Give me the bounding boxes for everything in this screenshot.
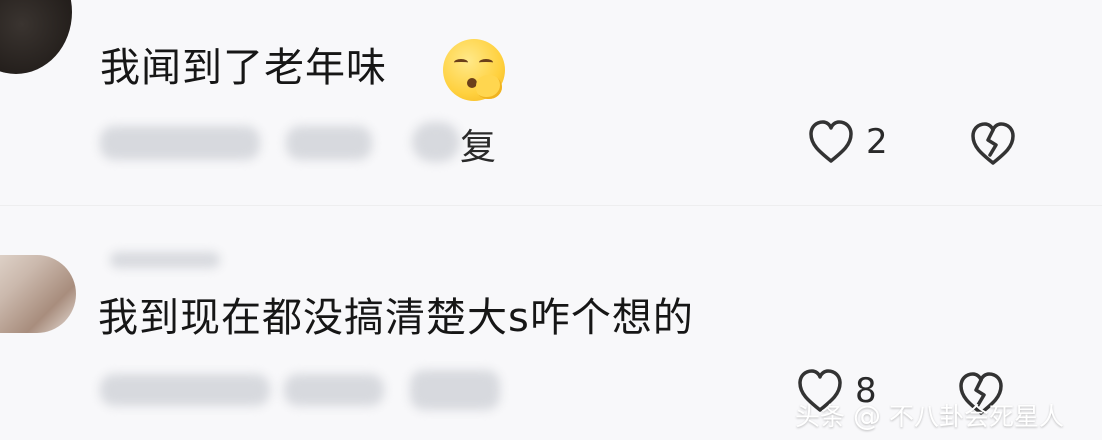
blurred-meta	[284, 374, 384, 406]
avatar[interactable]	[0, 0, 72, 74]
comment-text: 我闻到了老年味	[100, 45, 387, 91]
watermark-author: 不八卦会死星人	[889, 402, 1065, 431]
blurred-meta	[100, 126, 260, 160]
avatar[interactable]	[0, 255, 76, 333]
dislike-button[interactable]	[968, 120, 1018, 172]
watermark-at: @	[853, 398, 882, 432]
watermark-source: 头条	[795, 402, 846, 431]
comment-text: 我到现在都没搞清楚大s咋个想的	[98, 295, 694, 341]
blurred-meta	[100, 374, 270, 406]
like-button[interactable]: 2	[806, 118, 888, 166]
comment-divider	[0, 205, 1102, 206]
comment-feed: 我闻到了老年味 复 2 我到现在都没搞清楚大s咋个想的 8 头条 @ 不八卦会死…	[0, 0, 1102, 440]
blurred-meta	[286, 126, 372, 160]
broken-heart-icon	[971, 122, 1015, 165]
blurred-meta	[412, 122, 460, 162]
reply-button[interactable]: 复	[460, 130, 496, 166]
heart-icon	[809, 120, 853, 163]
blurred-meta	[410, 370, 500, 410]
source-watermark: 头条 @ 不八卦会死星人	[795, 390, 1102, 440]
like-count: 2	[866, 122, 888, 162]
blurred-username	[110, 252, 220, 268]
hushed-emoji-icon	[443, 39, 505, 101]
